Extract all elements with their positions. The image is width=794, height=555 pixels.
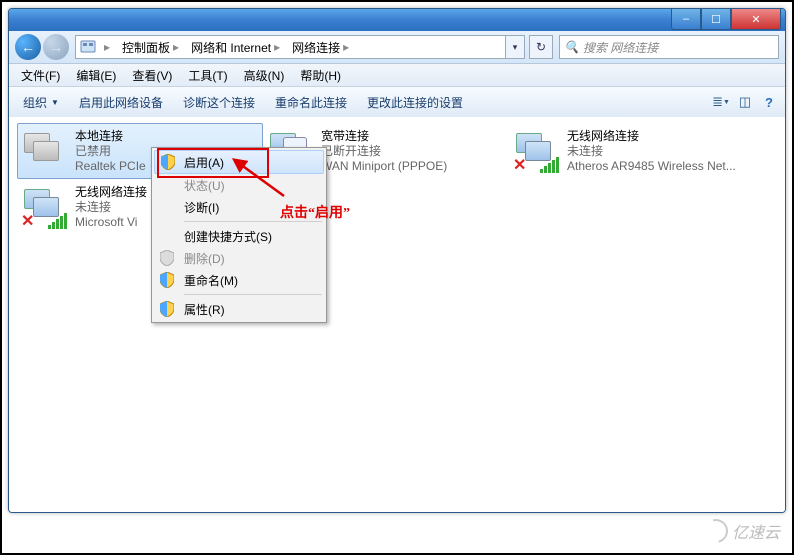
crumb-control-panel[interactable]: 控制面板 (122, 39, 170, 56)
ctx-rename[interactable]: 重命名(M) (154, 269, 324, 291)
maximize-button[interactable]: ☐ (701, 9, 731, 30)
enable-device-button[interactable]: 启用此网络设备 (71, 91, 171, 114)
menu-edit[interactable]: 编辑(E) (68, 65, 124, 86)
shield-icon (161, 154, 177, 170)
help-button[interactable]: ? (759, 92, 779, 112)
menu-help[interactable]: 帮助(H) (292, 65, 349, 86)
shield-icon (160, 272, 176, 288)
watermark: 亿速云 (704, 519, 780, 543)
close-button[interactable]: ✕ (731, 9, 781, 30)
change-settings-button[interactable]: 更改此连接的设置 (359, 91, 471, 114)
refresh-button[interactable]: ↻ (529, 35, 553, 59)
ctx-enable[interactable]: 启用(A) (154, 150, 324, 174)
ctx-create-shortcut[interactable]: 创建快捷方式(S) (154, 225, 324, 247)
ctx-separator (184, 294, 322, 295)
menu-tools[interactable]: 工具(T) (180, 65, 235, 86)
context-menu: 启用(A) 状态(U) 诊断(I) 创建快捷方式(S) 删除(D) 重命名(M) (151, 147, 327, 323)
search-icon: 🔍 (564, 40, 579, 54)
crumb-network-internet[interactable]: 网络和 Internet (191, 39, 271, 56)
title-bar: – ☐ ✕ (9, 9, 785, 31)
rename-button[interactable]: 重命名此连接 (267, 91, 355, 114)
minimize-button[interactable]: – (671, 9, 701, 30)
menu-advanced[interactable]: 高级(N) (236, 65, 293, 86)
breadcrumb-history-button[interactable]: ▾ (505, 35, 525, 59)
shield-icon (160, 250, 176, 266)
menu-bar: 文件(F) 编辑(E) 查看(V) 工具(T) 高级(N) 帮助(H) (9, 64, 785, 87)
ctx-properties[interactable]: 属性(R) (154, 298, 324, 320)
control-panel-icon (80, 39, 96, 55)
shield-icon (160, 301, 176, 317)
address-bar-row: ← → ▸ 控制面板▸ 网络和 Internet▸ 网络连接▸ ▾ ↻ 🔍 搜索… (9, 31, 785, 64)
crumb-network-connections[interactable]: 网络连接 (292, 39, 340, 56)
menu-file[interactable]: 文件(F) (13, 65, 68, 86)
menu-view[interactable]: 查看(V) (124, 65, 180, 86)
command-toolbar: 组织▼ 启用此网络设备 诊断这个连接 重命名此连接 更改此连接的设置 ≣▼ ◫ … (9, 87, 785, 118)
search-input[interactable]: 🔍 搜索 网络连接 (559, 35, 779, 59)
logo-icon (700, 515, 733, 548)
preview-pane-button[interactable]: ◫ (735, 92, 755, 112)
nav-forward-button[interactable]: → (43, 34, 69, 60)
view-mode-button[interactable]: ≣▼ (711, 92, 731, 112)
connection-wifi-atheros[interactable]: ✕ 无线网络连接 未连接 Atheros AR9485 Wireless Net… (509, 123, 755, 179)
annotation-text: 点击“启用” (280, 202, 350, 222)
organize-button[interactable]: 组织▼ (15, 91, 67, 114)
nav-back-button[interactable]: ← (15, 34, 41, 60)
explorer-window: – ☐ ✕ ← → ▸ 控制面板▸ 网络和 Internet▸ 网络连接▸ ▾ … (8, 8, 786, 513)
diagnose-button[interactable]: 诊断这个连接 (175, 91, 263, 114)
breadcrumb-bar[interactable]: ▸ 控制面板▸ 网络和 Internet▸ 网络连接▸ (75, 35, 506, 59)
ctx-status: 状态(U) (154, 174, 324, 196)
ctx-delete: 删除(D) (154, 247, 324, 269)
content-pane[interactable]: 本地连接 已禁用 Realtek PCIe ✕ 宽带连接 已断开连接 WAN M… (9, 117, 785, 512)
